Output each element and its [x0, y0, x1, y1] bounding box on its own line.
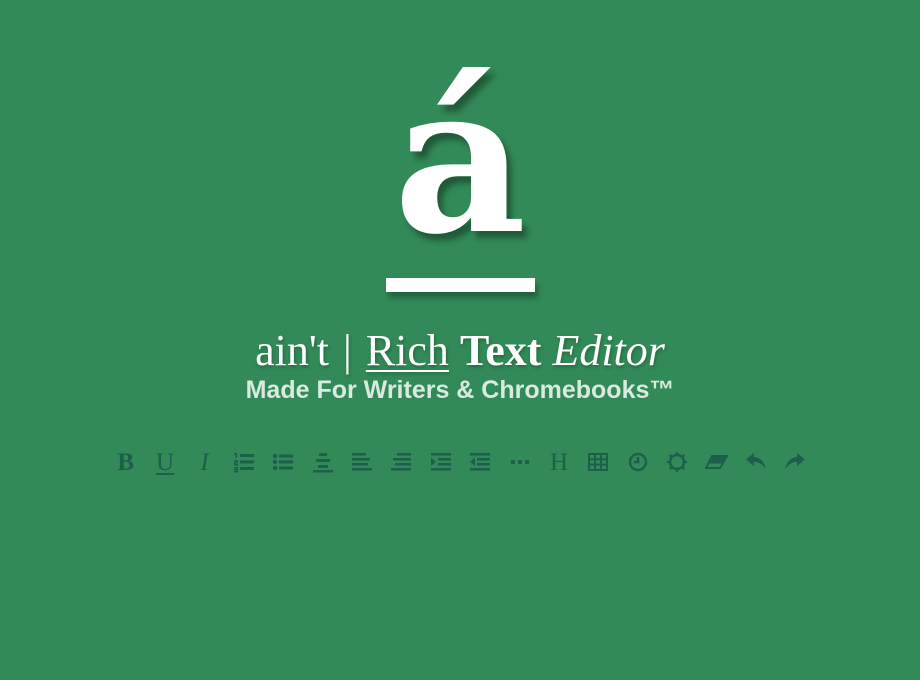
undo-icon [745, 453, 766, 469]
table-icon [588, 453, 609, 471]
undo-button[interactable] [736, 442, 775, 482]
title-editor: Editor [552, 326, 665, 375]
heading-icon: H [549, 448, 569, 476]
logo-underline [386, 278, 535, 292]
timestamp-button[interactable] [618, 442, 657, 482]
align-left-icon [352, 453, 373, 471]
ellipsis-icon [510, 460, 529, 464]
formatting-toolbar: B U I H [106, 442, 815, 482]
table-button[interactable] [579, 442, 618, 482]
horizontal-rule-button[interactable] [500, 442, 539, 482]
indent-icon [430, 453, 451, 471]
redo-button[interactable] [776, 442, 815, 482]
underline-icon: U [156, 448, 175, 476]
align-center-icon [312, 453, 333, 473]
align-center-button[interactable] [303, 442, 342, 482]
align-left-button[interactable] [342, 442, 381, 482]
ordered-list-icon [233, 453, 254, 473]
heading-button[interactable]: H [539, 442, 578, 482]
gear-icon [667, 452, 688, 472]
align-right-button[interactable] [382, 442, 421, 482]
outdent-icon [470, 453, 491, 471]
bold-button[interactable]: B [106, 442, 145, 482]
app-logo: á [0, 40, 920, 280]
underline-button[interactable]: U [145, 442, 184, 482]
title-aint: ain't [255, 326, 330, 375]
outdent-button[interactable] [461, 442, 500, 482]
unordered-list-icon [273, 453, 294, 471]
title-separator: | [343, 326, 352, 375]
title-text: Text [459, 326, 542, 375]
app-title: ain't | Rich Text Editor [0, 325, 920, 377]
settings-button[interactable] [657, 442, 696, 482]
indent-button[interactable] [421, 442, 460, 482]
eraser-icon [704, 455, 729, 469]
bold-icon: B [117, 448, 135, 476]
app-subtitle: Made For Writers & Chromebooks™ [245, 376, 675, 404]
italic-button[interactable]: I [185, 442, 224, 482]
ordered-list-button[interactable] [224, 442, 263, 482]
redo-icon [785, 453, 806, 469]
logo-glyph: á [393, 40, 527, 280]
clock-icon [628, 452, 647, 472]
title-rich: Rich [365, 326, 449, 375]
eraser-button[interactable] [697, 442, 736, 482]
unordered-list-button[interactable] [264, 442, 303, 482]
align-right-icon [391, 453, 412, 471]
italic-icon: I [200, 448, 209, 476]
